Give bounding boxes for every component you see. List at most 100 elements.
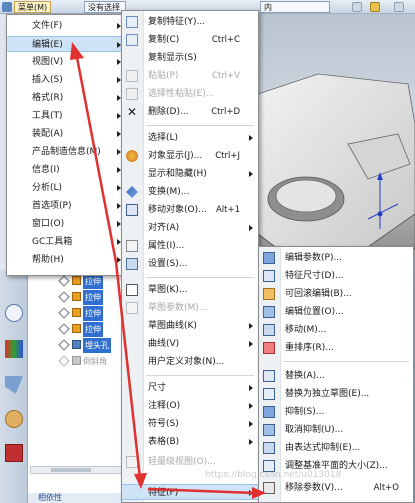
menu-button[interactable]: 菜单(M) bbox=[14, 1, 52, 13]
menu-item-move-object[interactable]: 移动对象(O)... Alt+1 bbox=[122, 202, 258, 218]
menu-item-transform[interactable]: 变换(M)... bbox=[122, 184, 258, 200]
submenu-arrow-icon bbox=[249, 341, 253, 347]
view-dropdown[interactable]: 内 bbox=[260, 1, 330, 13]
submenu-arrow-icon bbox=[249, 421, 253, 427]
menu-item-copy[interactable]: 复制(C) Ctrl+C bbox=[122, 32, 258, 48]
menu-item-preferences[interactable]: 首选项(P) bbox=[7, 198, 126, 214]
menu-item-dimension[interactable]: 尺寸 bbox=[122, 380, 258, 396]
tree-item[interactable]: 拉伸 bbox=[58, 274, 103, 289]
menu-item-file[interactable]: 文件(F) bbox=[7, 18, 126, 34]
copy-feature-icon bbox=[126, 16, 138, 28]
assembly-navigator-icon[interactable] bbox=[5, 376, 23, 394]
chamfer-icon bbox=[72, 356, 81, 365]
tree-node-icon bbox=[58, 323, 70, 335]
menu-item-edit[interactable]: 编辑(E) bbox=[7, 36, 126, 52]
part-navigator-tree: 拉伸 拉伸 拉伸 拉伸 埋头孔 倒斜角 bbox=[28, 270, 128, 503]
menu-item-pmi[interactable]: 产品制造信息(M) bbox=[7, 144, 126, 160]
tree-item[interactable]: 拉伸 bbox=[58, 290, 103, 305]
tree-item[interactable]: 拉伸 bbox=[58, 306, 103, 321]
app-icon[interactable] bbox=[2, 2, 12, 12]
part-navigator-icon[interactable] bbox=[5, 410, 23, 428]
menu-item-paste[interactable]: 粘贴(P) Ctrl+V bbox=[122, 68, 258, 84]
filter-icon[interactable] bbox=[394, 2, 404, 12]
submenu-arrow-icon bbox=[249, 225, 253, 231]
menu-item-sketch-curve[interactable]: 草图曲线(K) bbox=[122, 318, 258, 334]
menu-item-feature[interactable]: 特征(F) bbox=[122, 484, 258, 500]
feature-menu: 编辑参数(P)... 特征尺寸(D)... 可回滚编辑(B)... 编辑位置(O… bbox=[258, 246, 414, 503]
menu-item-gc-toolkit[interactable]: GC工具箱 bbox=[7, 234, 126, 250]
selection-filter-dropdown[interactable]: 没有选择 bbox=[84, 1, 126, 13]
menu-item-table[interactable]: 表格(B) bbox=[122, 434, 258, 450]
menu-item-copy-display[interactable]: 复制显示(S) bbox=[122, 50, 258, 66]
menu-item-format[interactable]: 格式(R) bbox=[7, 90, 126, 106]
menu-item-replace[interactable]: 替换(A)... bbox=[259, 368, 413, 384]
menu-item-analysis[interactable]: 分析(L) bbox=[7, 180, 126, 196]
replace-sketch-icon bbox=[263, 388, 275, 400]
menu-item-move[interactable]: 移动(M)... bbox=[259, 322, 413, 338]
menu-item-help[interactable]: 帮助(H) bbox=[7, 252, 126, 268]
menu-item-delete[interactable]: ✕ 删除(D)... Ctrl+D bbox=[122, 104, 258, 120]
menu-item-tools[interactable]: 工具(T) bbox=[7, 108, 126, 124]
menu-item-symbol[interactable]: 符号(S) bbox=[122, 416, 258, 432]
menu-item-annotation[interactable]: 注释(O) bbox=[122, 398, 258, 414]
replace-icon bbox=[263, 370, 275, 382]
roles-icon[interactable] bbox=[5, 340, 23, 358]
unsuppress-icon bbox=[263, 424, 275, 436]
menu-item-replace-with-sketch[interactable]: 替换为独立草图(E)... bbox=[259, 386, 413, 402]
settings-icon bbox=[126, 258, 138, 270]
menu-item-edit-position[interactable]: 编辑位置(O)... bbox=[259, 304, 413, 320]
menu-item-copy-feature[interactable]: 复制特征(Y)... bbox=[122, 14, 258, 30]
menu-item-object-display[interactable]: 对象显示(J)... Ctrl+J bbox=[122, 148, 258, 164]
menu-item-show-hide[interactable]: 显示和隐藏(H) bbox=[122, 166, 258, 182]
menu-item-select[interactable]: 选择(L) bbox=[122, 130, 258, 146]
extrude-icon bbox=[72, 292, 81, 301]
scrollbar-thumb[interactable] bbox=[51, 468, 91, 472]
menu-item-insert[interactable]: 插入(S) bbox=[7, 72, 126, 88]
dependency-panel-tab[interactable]: 相依性 bbox=[28, 493, 128, 503]
feature-dimension-icon bbox=[263, 270, 275, 282]
expression-suppress-icon bbox=[263, 442, 275, 454]
reorder-icon bbox=[263, 342, 275, 354]
transform-icon bbox=[126, 186, 138, 198]
menu-item-lightweight-view[interactable]: 轻量级视图(O)... bbox=[122, 454, 258, 470]
menu-item-assembly[interactable]: 装配(A) bbox=[7, 126, 126, 142]
menu-item-sketch[interactable]: 草图(K)... bbox=[122, 282, 258, 298]
submenu-arrow-icon bbox=[249, 171, 253, 177]
menu-separator bbox=[146, 125, 254, 126]
menu-item-suppress-by-expression[interactable]: 由表达式抑制(E)... bbox=[259, 440, 413, 456]
menu-item-feature-dimension[interactable]: 特征尺寸(D)... bbox=[259, 268, 413, 284]
menu-item-sketch-params[interactable]: 草图参数(M)... bbox=[122, 300, 258, 316]
menu-item-reorder[interactable]: 重排序(R)... bbox=[259, 340, 413, 356]
tree-node-icon bbox=[58, 275, 70, 287]
submenu-arrow-icon bbox=[249, 490, 253, 496]
paste-special-icon bbox=[126, 88, 138, 100]
menu-item-curve[interactable]: 曲线(V) bbox=[122, 336, 258, 352]
point-icon[interactable] bbox=[370, 2, 380, 12]
snap-icon[interactable] bbox=[352, 2, 362, 12]
extrude-icon bbox=[72, 324, 81, 333]
tree-item[interactable]: 拉伸 bbox=[58, 322, 103, 337]
tree-item[interactable]: 倒斜角 bbox=[58, 354, 107, 369]
horizontal-scrollbar[interactable] bbox=[30, 466, 126, 474]
menu-item-edit-parameters[interactable]: 编辑参数(P)... bbox=[259, 250, 413, 266]
menu-item-user-defined-object[interactable]: 用户定义对象(N)... bbox=[122, 354, 258, 370]
paste-icon bbox=[126, 70, 138, 82]
delete-x-icon: ✕ bbox=[126, 105, 138, 119]
menu-item-information[interactable]: 信息(I) bbox=[7, 162, 126, 178]
menu-item-rollback-edit[interactable]: 可回滚编辑(B)... bbox=[259, 286, 413, 302]
tree-node-icon bbox=[58, 339, 70, 351]
reuse-library-icon[interactable] bbox=[5, 444, 23, 462]
copy-icon bbox=[126, 34, 138, 46]
tree-item[interactable]: 埋头孔 bbox=[58, 338, 111, 353]
menu-separator bbox=[146, 277, 254, 278]
menu-item-suppress[interactable]: 抑制(S)... bbox=[259, 404, 413, 420]
history-icon[interactable] bbox=[5, 304, 23, 322]
sketch-icon bbox=[126, 284, 138, 296]
menu-item-align[interactable]: 对齐(A) bbox=[122, 220, 258, 236]
menu-item-paste-special[interactable]: 选择性粘贴(E)... bbox=[122, 86, 258, 102]
menu-item-view[interactable]: 视图(V) bbox=[7, 54, 126, 70]
menu-item-settings[interactable]: 设置(S)... bbox=[122, 256, 258, 272]
menu-item-window[interactable]: 窗口(O) bbox=[7, 216, 126, 232]
menu-item-properties[interactable]: 属性(I)... bbox=[122, 238, 258, 254]
menu-item-unsuppress[interactable]: 取消抑制(U)... bbox=[259, 422, 413, 438]
